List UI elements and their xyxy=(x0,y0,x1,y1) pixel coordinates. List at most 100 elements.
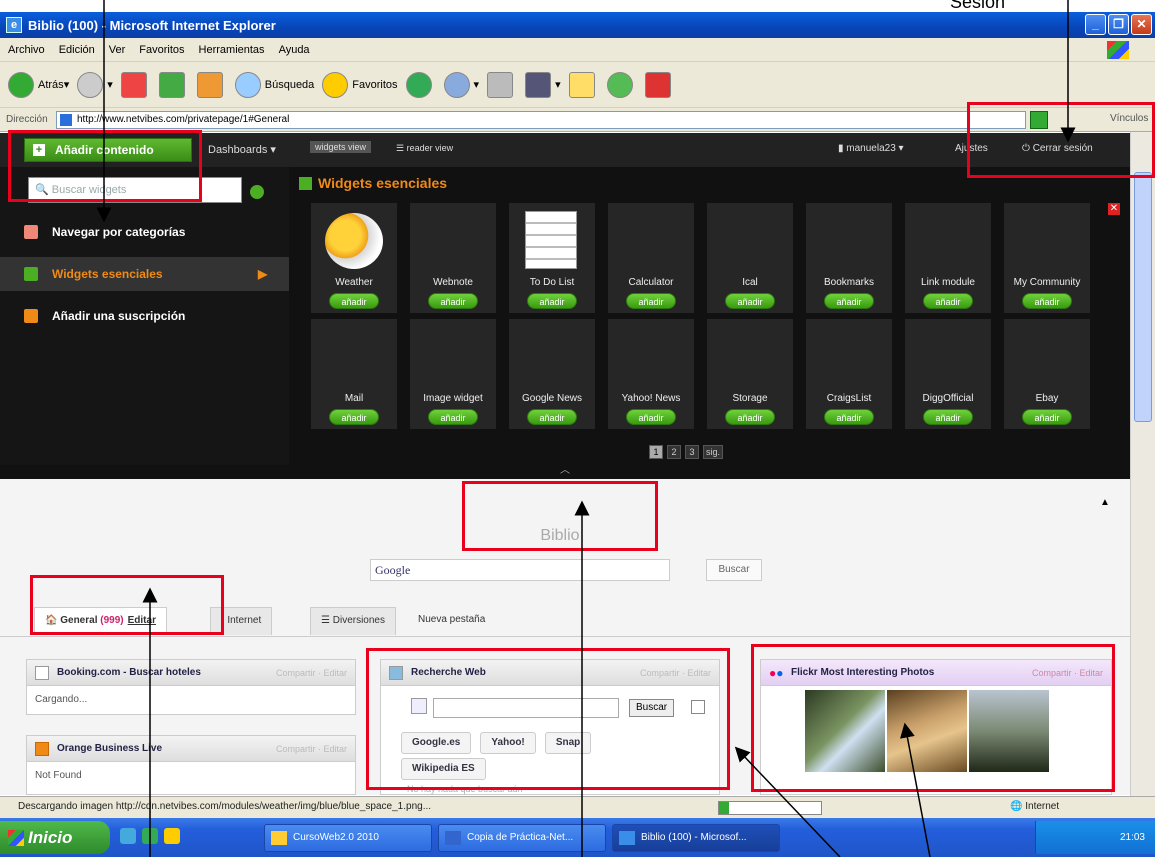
print-button[interactable] xyxy=(487,71,517,98)
favorites-button[interactable]: Favoritos xyxy=(322,71,398,98)
booking-widget: Booking.com - Buscar hoteles Compartir · … xyxy=(26,659,356,715)
add-widget-button[interactable]: añadir xyxy=(626,409,676,425)
add-widget-button[interactable]: añadir xyxy=(1022,409,1072,425)
page-2[interactable]: 2 xyxy=(667,445,681,459)
messenger-button[interactable] xyxy=(606,71,637,98)
widget-tile[interactable]: My Community añadir xyxy=(1004,203,1090,313)
menu-archivo[interactable]: Archivo xyxy=(8,44,45,56)
panel-close-icon[interactable]: ✕ xyxy=(1108,203,1120,215)
add-widget-button[interactable]: añadir xyxy=(329,409,379,425)
add-widget-button[interactable]: añadir xyxy=(329,293,379,309)
widget-links[interactable]: Compartir · Editar xyxy=(276,660,347,686)
quicklaunch-messenger-icon[interactable] xyxy=(164,828,180,844)
search-go-icon[interactable] xyxy=(250,185,264,199)
task-biblio[interactable]: Biblio (100) - Microsof... xyxy=(612,824,780,852)
close-button[interactable]: ✕ xyxy=(1131,14,1152,35)
menu-ver[interactable]: Ver xyxy=(109,44,126,56)
widget-tile[interactable]: To Do List añadir xyxy=(509,203,595,313)
quicklaunch-desktop-icon[interactable] xyxy=(142,828,158,844)
add-widget-button[interactable]: añadir xyxy=(923,293,973,309)
task-cursoweb[interactable]: CursoWeb2.0 2010 xyxy=(264,824,432,852)
add-widget-button[interactable]: añadir xyxy=(626,293,676,309)
address-label: Dirección xyxy=(6,114,48,125)
widget-tile[interactable]: DiggOfficial añadir xyxy=(905,319,991,429)
star-icon xyxy=(322,71,349,98)
widget-links[interactable]: Compartir · Editar xyxy=(276,736,347,762)
forward-button[interactable]: ▾ xyxy=(77,71,113,98)
widget-tile[interactable]: CraigsList añadir xyxy=(806,319,892,429)
refresh-button[interactable] xyxy=(158,71,189,98)
widget-tile[interactable]: Ebay añadir xyxy=(1004,319,1090,429)
stop-button[interactable] xyxy=(120,71,151,98)
task-copia-practica[interactable]: Copia de Práctica-Net... xyxy=(438,824,606,852)
widget-tile[interactable]: Mail añadir xyxy=(311,319,397,429)
widget-tile[interactable]: Weather añadir xyxy=(311,203,397,313)
page-1[interactable]: 1 xyxy=(649,445,663,459)
dashboards-menu[interactable]: Dashboards ▾ xyxy=(208,143,276,156)
add-widget-button[interactable]: añadir xyxy=(527,409,577,425)
widget-tile[interactable]: Google News añadir xyxy=(509,319,595,429)
taskbar: Inicio CursoWeb2.0 2010 Copia de Práctic… xyxy=(0,818,1155,857)
tab-new[interactable]: Nueva pestaña xyxy=(408,607,495,635)
orange-icon xyxy=(35,742,49,756)
back-button[interactable]: Atrás ▾ xyxy=(8,71,69,98)
add-widget-button[interactable]: añadir xyxy=(428,293,478,309)
quicklaunch-ie-icon[interactable] xyxy=(120,828,136,844)
booking-widget-body: Cargando... xyxy=(35,694,88,705)
history-button[interactable] xyxy=(405,71,436,98)
add-widget-button[interactable]: añadir xyxy=(923,409,973,425)
start-button[interactable]: Inicio xyxy=(0,821,110,854)
widget-tile[interactable]: Storage añadir xyxy=(707,319,793,429)
collapse-header-icon[interactable]: ▲ xyxy=(1100,497,1110,508)
mail-button[interactable]: ▾ xyxy=(443,71,479,98)
browse-categories-item[interactable]: Navegar por categorías xyxy=(24,221,185,243)
widget-tile[interactable]: Calculator añadir xyxy=(608,203,694,313)
home-button[interactable] xyxy=(196,71,227,98)
widget-tile[interactable]: Webnote añadir xyxy=(410,203,496,313)
widget-tile[interactable]: Bookmarks añadir xyxy=(806,203,892,313)
calendar-button[interactable] xyxy=(644,71,675,98)
page-3[interactable]: 3 xyxy=(685,445,699,459)
maximize-button[interactable]: ❐ xyxy=(1108,14,1129,35)
widget-tile[interactable]: Ical añadir xyxy=(707,203,793,313)
status-bar: Descargando imagen http://cdn.netvibes.c… xyxy=(0,796,1155,818)
search-button[interactable]: Búsqueda xyxy=(234,71,314,98)
widget-tile[interactable]: Link module añadir xyxy=(905,203,991,313)
menu-favoritos[interactable]: Favoritos xyxy=(139,44,184,56)
address-input[interactable]: http://www.netvibes.com/privatepage/1#Ge… xyxy=(56,111,1026,129)
widget-tile[interactable]: Yahoo! News añadir xyxy=(608,319,694,429)
collapse-panel-button[interactable]: ︿ xyxy=(0,465,1130,479)
add-widget-button[interactable]: añadir xyxy=(824,293,874,309)
add-widget-button[interactable]: añadir xyxy=(527,293,577,309)
word-button[interactable]: ▾ xyxy=(525,71,561,98)
folder-button[interactable] xyxy=(568,71,599,98)
add-widget-button[interactable]: añadir xyxy=(1022,293,1072,309)
reader-view-button[interactable]: ☰ reader view xyxy=(396,143,453,154)
folder-icon xyxy=(271,831,287,845)
page-icon xyxy=(60,114,72,126)
essential-widgets-item[interactable]: Widgets esenciales ▶ xyxy=(24,263,267,285)
add-widget-button[interactable]: añadir xyxy=(428,409,478,425)
tab-diversiones[interactable]: ☰ Diversiones xyxy=(310,607,396,635)
widget-tile-name: Storage xyxy=(732,393,768,404)
back-arrow-icon xyxy=(8,71,34,98)
widgets-view-button[interactable]: widgets view xyxy=(310,141,372,153)
google-search-input[interactable]: Google xyxy=(370,559,670,581)
add-widget-button[interactable]: añadir xyxy=(824,409,874,425)
menu-edicion[interactable]: Edición xyxy=(59,44,95,56)
user-menu[interactable]: ▮ manuela23 ▾ xyxy=(838,143,904,154)
menu-herramientas[interactable]: Herramientas xyxy=(199,44,265,56)
screenshot: Sesión e Biblio (100) - Microsoft Intern… xyxy=(0,0,1155,857)
orange-widget-body: Not Found xyxy=(35,770,82,781)
widget-tile[interactable]: Image widget añadir xyxy=(410,319,496,429)
minimize-button[interactable]: _ xyxy=(1085,14,1106,35)
page-next[interactable]: sig. xyxy=(703,445,724,459)
add-widget-button[interactable]: añadir xyxy=(725,409,775,425)
word-icon xyxy=(525,71,552,98)
page-scrollbar[interactable] xyxy=(1130,132,1155,796)
add-subscription-item[interactable]: Añadir una suscripción xyxy=(24,305,185,327)
add-widget-button[interactable]: añadir xyxy=(725,293,775,309)
google-search-button[interactable]: Buscar xyxy=(706,559,762,581)
menu-ayuda[interactable]: Ayuda xyxy=(279,44,310,56)
scrollbar-thumb[interactable] xyxy=(1134,172,1152,422)
